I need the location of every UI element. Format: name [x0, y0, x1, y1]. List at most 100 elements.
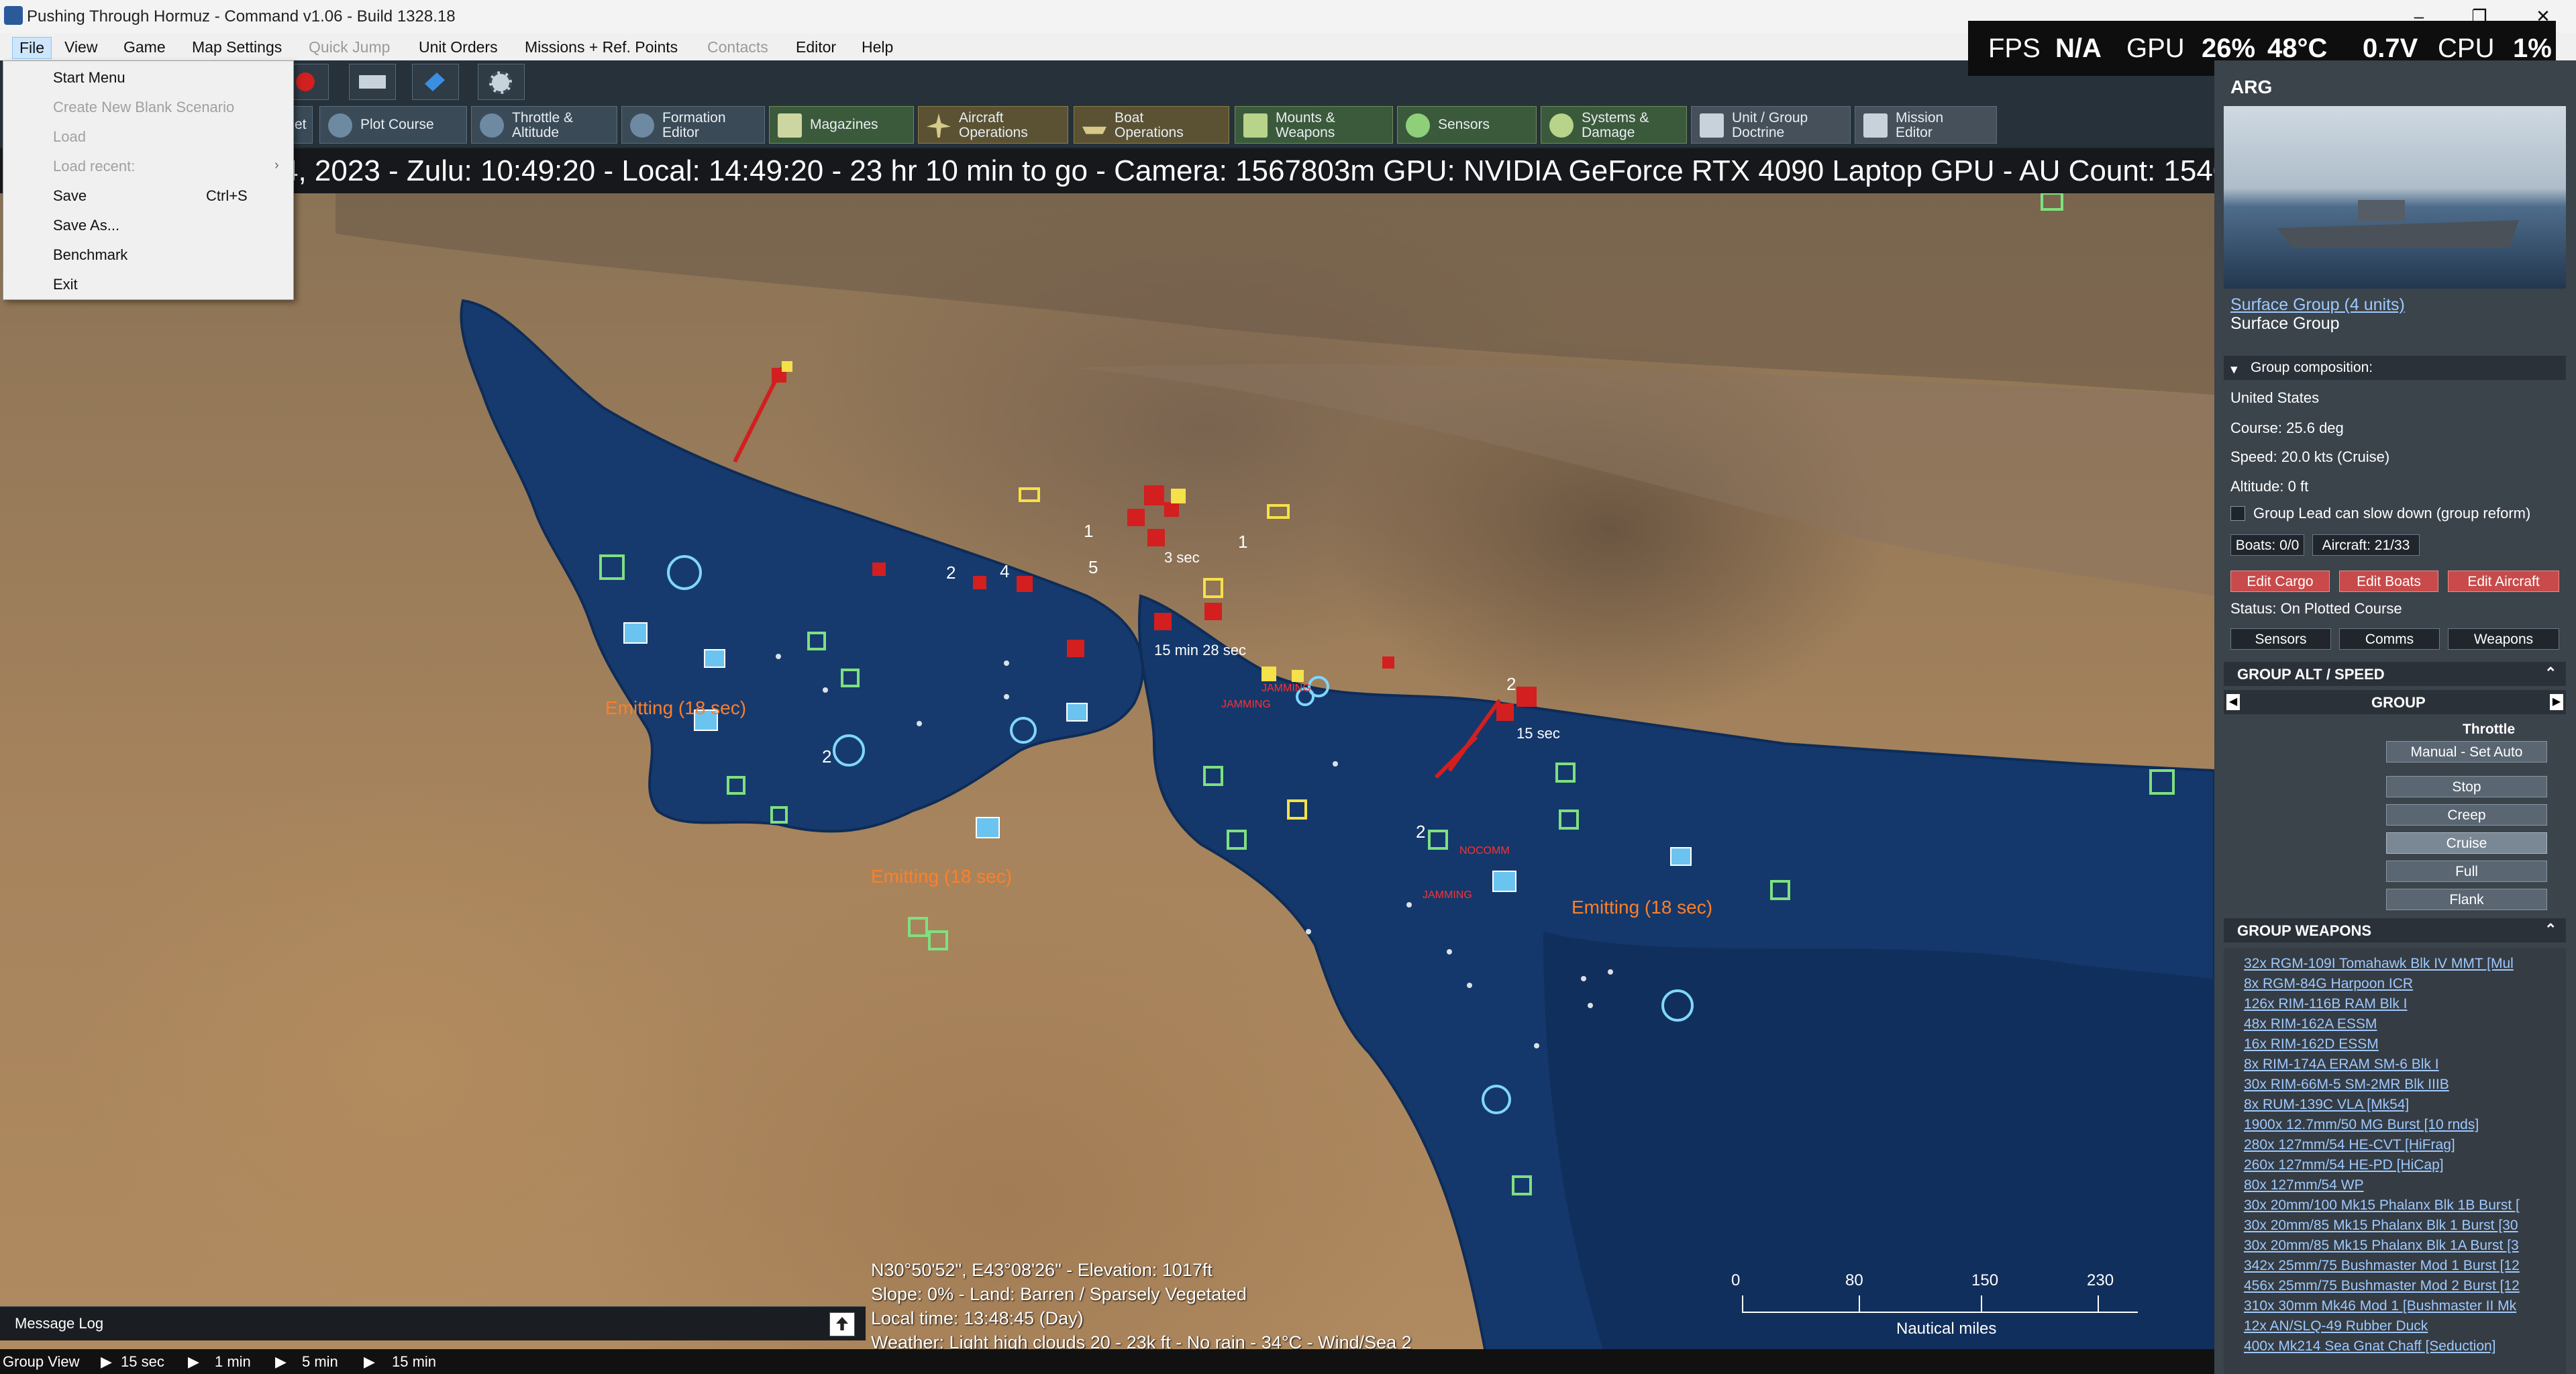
throttle-altitude-button[interactable]: Throttle & Altitude — [471, 106, 617, 144]
menu-file[interactable]: File — [12, 37, 52, 59]
mounts-weapons-button[interactable]: Mounts & Weapons — [1235, 106, 1393, 144]
weapon-item[interactable]: 1900x 12.7mm/50 MG Burst [10 rnds] — [2244, 1117, 2479, 1133]
time-step-1-min[interactable]: 1 min — [215, 1353, 251, 1371]
unit-label-4: 2 — [1506, 674, 1516, 694]
weapon-item[interactable]: 32x RGM-109I Tomahawk Blk IV MMT [Mul — [2244, 956, 2514, 972]
sensors-panel-button[interactable]: Sensors — [2230, 628, 2331, 650]
edit-aircraft-button[interactable]: Edit Aircraft — [2448, 571, 2559, 592]
formation-editor-button[interactable]: Formation Editor — [621, 106, 765, 144]
expand-log-button[interactable] — [829, 1312, 855, 1336]
aircraft-operations-button[interactable]: Aircraft Operations — [918, 106, 1068, 144]
boat-operations-button[interactable]: Boat Operations — [1074, 106, 1229, 144]
menu-quick-jump[interactable]: Quick Jump — [302, 37, 397, 58]
nocomm-label: NOCOMM — [1459, 845, 1510, 856]
unit-label-7: 1 — [1238, 532, 1247, 552]
comms-panel-button[interactable]: Comms — [2339, 628, 2440, 650]
pause-icon — [359, 75, 386, 89]
weapon-item[interactable]: 30x 20mm/85 Mk15 Phalanx Blk 1 Burst [30 — [2244, 1218, 2518, 1234]
weapon-item[interactable]: 12x AN/SLQ-49 Rubber Duck — [2244, 1318, 2428, 1334]
unit-label-11: 5 — [1088, 557, 1098, 577]
weapon-item[interactable]: 8x RGM-84G Harpoon ICR — [2244, 976, 2413, 992]
weapon-item[interactable]: 30x 20mm/85 Mk15 Phalanx Blk 1A Burst [3 — [2244, 1238, 2519, 1254]
status-label: Status: On Plotted Course — [2230, 600, 2402, 617]
menu-view[interactable]: View — [58, 37, 104, 58]
magazines-button[interactable]: Magazines — [769, 106, 914, 144]
throttle-creep-button[interactable]: Creep — [2386, 804, 2547, 826]
menu-help[interactable]: Help — [855, 37, 900, 58]
menu-unit-orders[interactable]: Unit Orders — [412, 37, 505, 58]
right-arrow-icon[interactable]: ▶ — [2550, 694, 2563, 710]
unit-group-doctrine-button[interactable]: Unit / Group Doctrine — [1691, 106, 1851, 144]
group-selector: ◀ GROUP ▶ — [2224, 690, 2566, 714]
plot-course-button[interactable]: Plot Course — [319, 106, 467, 144]
weapons-panel-button[interactable]: Weapons — [2448, 628, 2559, 650]
set-button[interactable]: et — [293, 106, 313, 144]
file-menu-start-menu[interactable]: Start Menu — [53, 69, 125, 87]
app-icon — [4, 6, 23, 25]
mission-editor-button[interactable]: Mission Editor — [1855, 106, 1997, 144]
file-menu-create-blank[interactable]: Create New Blank Scenario — [53, 99, 234, 116]
mounts-icon — [1243, 113, 1268, 138]
weapon-item[interactable]: 30x RIM-66M-5 SM-2MR Blk IIIB — [2244, 1077, 2449, 1093]
menu-game[interactable]: Game — [117, 37, 172, 58]
gear-icon — [489, 71, 512, 94]
side-label: United States — [2230, 389, 2320, 406]
boat-icon — [1082, 126, 1106, 134]
time-step-5-min[interactable]: 5 min — [302, 1353, 338, 1371]
pause-button[interactable] — [349, 64, 396, 100]
time-step-15-sec[interactable]: 15 sec — [121, 1353, 164, 1371]
weapon-item[interactable]: 8x RIM-174A ERAM SM-6 Blk I — [2244, 1057, 2439, 1073]
settings-button[interactable] — [478, 64, 525, 100]
throttle-full-button[interactable]: Full — [2386, 861, 2547, 882]
weapon-item[interactable]: 80x 127mm/54 WP — [2244, 1177, 2364, 1193]
sensors-button[interactable]: Sensors — [1397, 106, 1537, 144]
group-link[interactable]: Surface Group (4 units) — [2230, 295, 2405, 315]
file-menu-load-recent[interactable]: Load recent: — [53, 158, 135, 175]
arrow-icon: ▶ — [188, 1353, 199, 1370]
weapon-item[interactable]: 280x 127mm/54 HE-CVT [HiFrag] — [2244, 1137, 2455, 1153]
left-arrow-icon[interactable]: ◀ — [2226, 694, 2240, 710]
edit-cargo-button[interactable]: Edit Cargo — [2230, 571, 2330, 592]
message-log-bar[interactable]: Message Log — [0, 1306, 866, 1340]
file-menu-save-as[interactable]: Save As... — [53, 217, 119, 234]
group-selector-label: GROUP — [2371, 694, 2426, 711]
group-type: Surface Group — [2230, 314, 2340, 333]
weapon-item[interactable]: 48x RIM-162A ESSM — [2244, 1016, 2377, 1032]
menu-contacts[interactable]: Contacts — [701, 37, 775, 58]
throttle-flank-button[interactable]: Flank — [2386, 889, 2547, 910]
arrow-icon: ▶ — [364, 1353, 375, 1370]
edit-boats-button[interactable]: Edit Boats — [2339, 571, 2438, 592]
weapon-item[interactable]: 126x RIM-116B RAM Blk I — [2244, 996, 2408, 1012]
menu-map-settings[interactable]: Map Settings — [185, 37, 289, 58]
jump-button[interactable] — [412, 64, 459, 100]
group-lead-checkbox[interactable] — [2230, 506, 2245, 521]
file-menu-load[interactable]: Load — [53, 128, 86, 146]
tactical-map[interactable]: 15 min 28 sec 3 sec 15 sec 2 4 1 1 2 2 2… — [0, 193, 2214, 1374]
jamming-label-3: JAMMING — [1423, 889, 1472, 901]
time-step-15-min[interactable]: 15 min — [392, 1353, 436, 1371]
weapon-item[interactable]: 342x 25mm/75 Bushmaster Mod 1 Burst [12 — [2244, 1258, 2520, 1274]
group-composition-header[interactable]: ▾ Group composition: — [2224, 356, 2566, 380]
group-alt-speed-header[interactable]: GROUP ALT / SPEED ⌃ — [2224, 662, 2566, 686]
file-menu-benchmark[interactable]: Benchmark — [53, 246, 127, 264]
weapon-item[interactable]: 8x RUM-139C VLA [Mk54] — [2244, 1097, 2409, 1113]
scale-tick-mark — [1981, 1295, 1982, 1313]
weapon-item[interactable]: 456x 25mm/75 Bushmaster Mod 2 Burst [12 — [2244, 1278, 2520, 1294]
file-menu-exit[interactable]: Exit — [53, 276, 78, 293]
manual-set-auto-button[interactable]: Manual - Set Auto — [2386, 741, 2547, 763]
menu-missions[interactable]: Missions + Ref. Points — [518, 37, 684, 58]
weapon-item[interactable]: 30x 20mm/100 Mk15 Phalanx Blk 1B Burst [ — [2244, 1197, 2520, 1214]
throttle-cruise-button[interactable]: Cruise — [2386, 832, 2547, 854]
menu-editor[interactable]: Editor — [789, 37, 843, 58]
weapon-item[interactable]: 16x RIM-162D ESSM — [2244, 1036, 2379, 1052]
throttle-stop-button[interactable]: Stop — [2386, 776, 2547, 797]
scale-tick: 0 — [1731, 1271, 1741, 1289]
weapon-item[interactable]: 310x 30mm Mk46 Mod 1 [Bushmaster II Mk — [2244, 1298, 2516, 1314]
file-menu-save[interactable]: Save — [53, 187, 87, 205]
arrow-icon: ▶ — [101, 1353, 112, 1370]
scale-tick-mark — [1742, 1295, 1743, 1313]
systems-damage-button[interactable]: Systems & Damage — [1541, 106, 1687, 144]
weapon-item[interactable]: 260x 127mm/54 HE-PD [HiCap] — [2244, 1157, 2444, 1173]
weapon-item[interactable]: 400x Mk214 Sea Gnat Chaff [Seduction] — [2244, 1338, 2496, 1355]
group-weapons-header[interactable]: GROUP WEAPONS ⌃ — [2224, 918, 2566, 942]
